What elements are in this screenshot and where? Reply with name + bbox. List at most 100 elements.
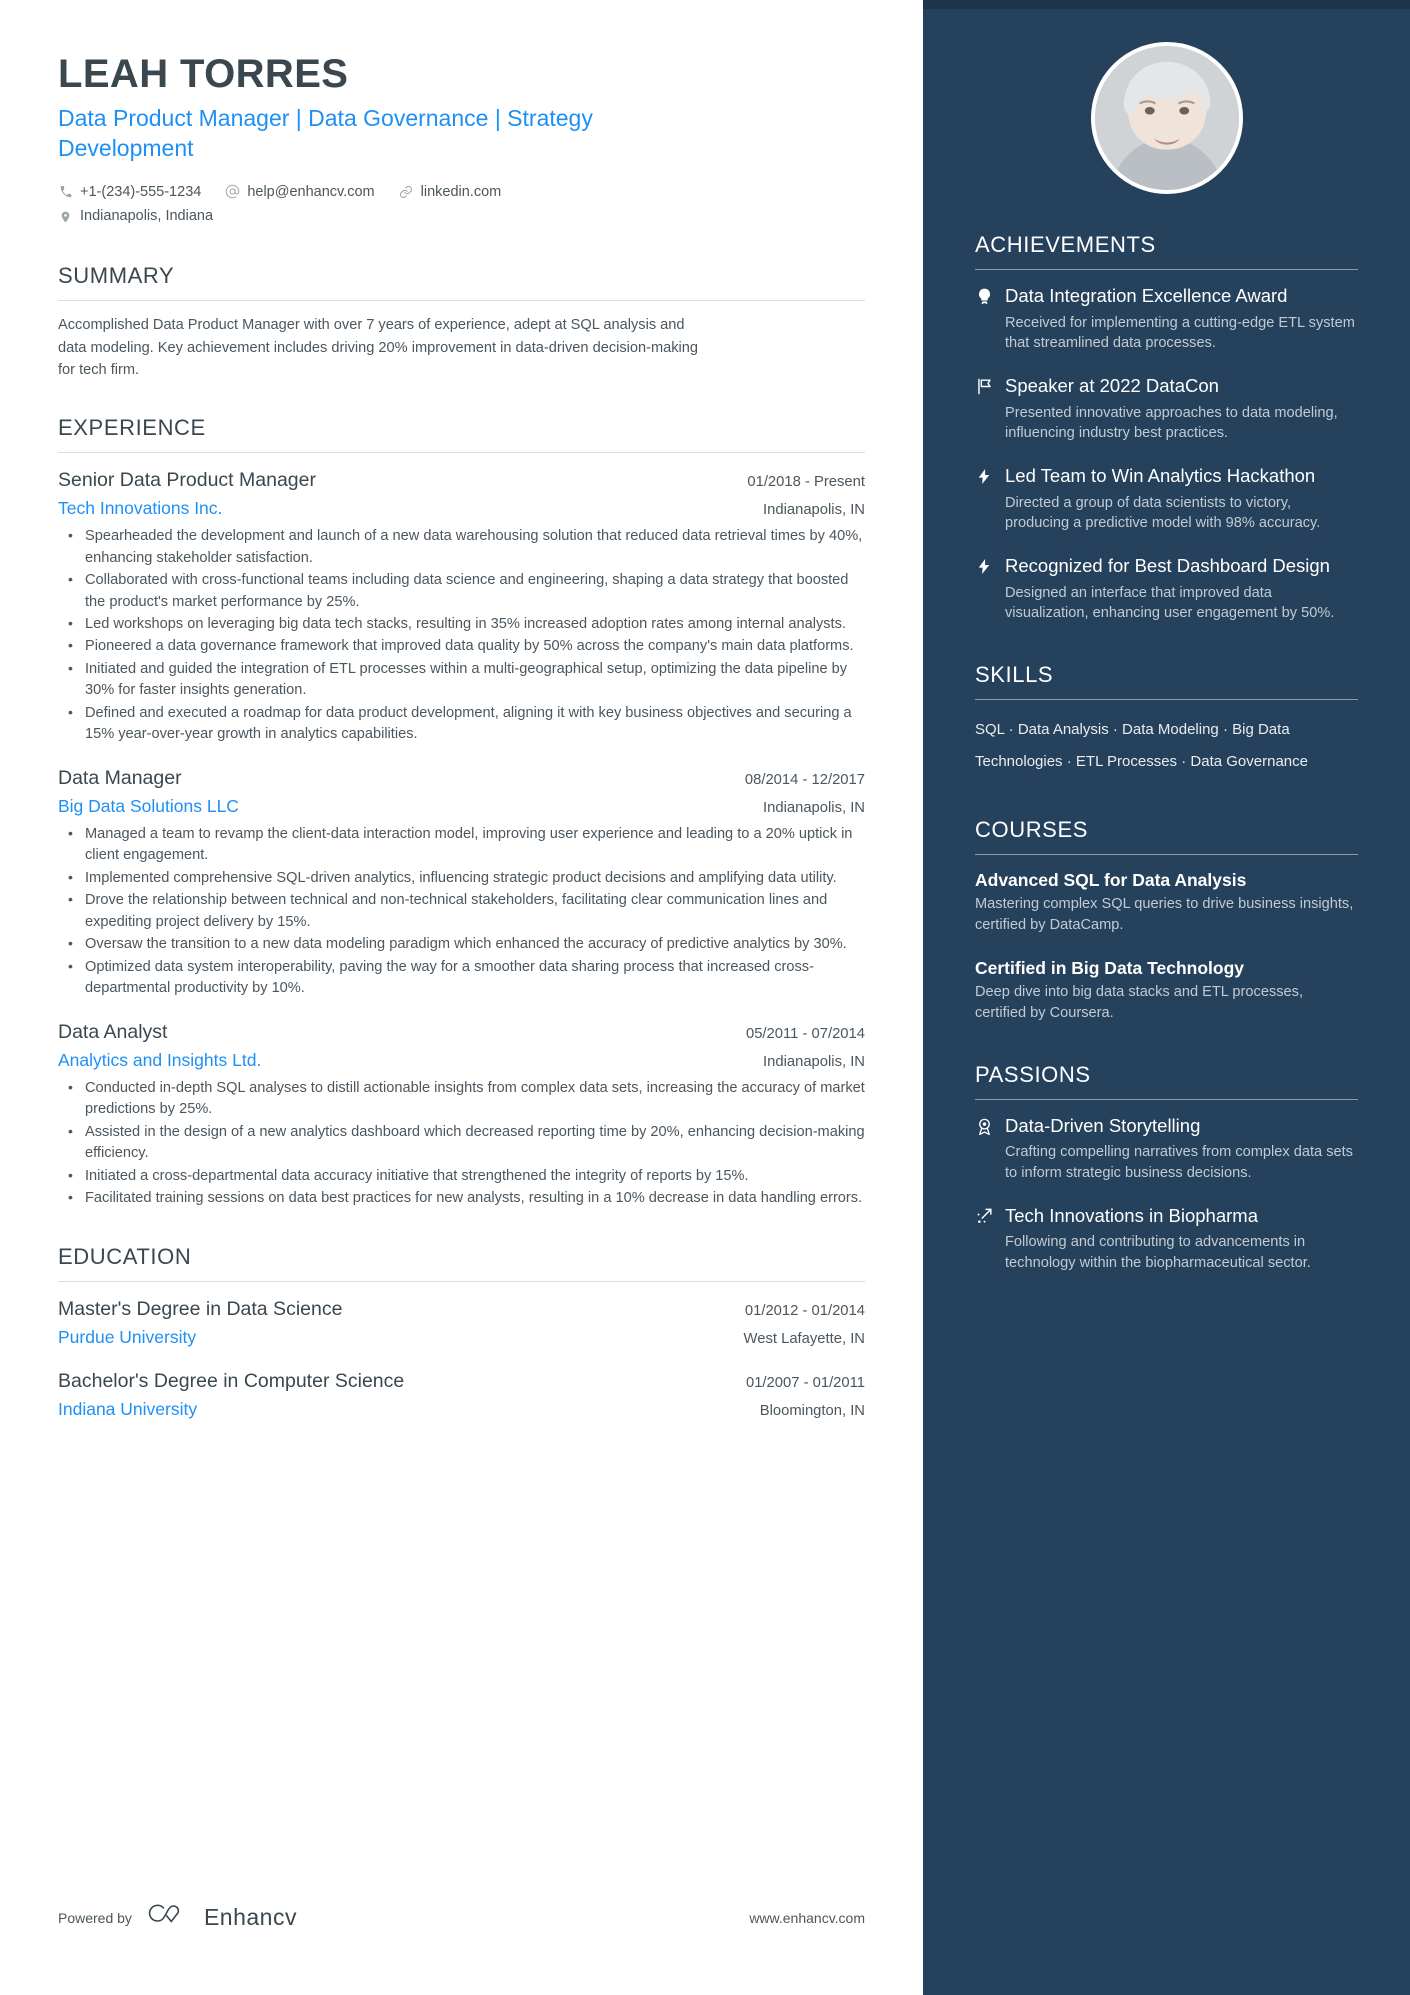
- contact-email[interactable]: help@enhancv.com: [225, 180, 375, 205]
- skill-separator: ·: [1181, 753, 1187, 771]
- skills-section: SKILLS SQL · Data Analysis · Data Modeli…: [975, 662, 1358, 779]
- candidate-headline: Data Product Manager | Data Governance |…: [58, 104, 593, 162]
- degree-title: Master's Degree in Data Science: [58, 1297, 343, 1320]
- contact-line-2: Indianapolis, Indiana: [58, 204, 865, 229]
- passion-description: Crafting compelling narratives from comp…: [1005, 1144, 1353, 1182]
- passions-list: Data-Driven Storytelling Crafting compel…: [975, 1114, 1358, 1274]
- experience-title-row: Data Manager 08/2014 - 12/2017: [58, 764, 865, 793]
- experience-bullet: Defined and executed a roadmap for data …: [58, 702, 865, 746]
- passion-title: Tech Innovations in Biopharma: [1005, 1204, 1258, 1226]
- experience-entry: Senior Data Product Manager 01/2018 - Pr…: [58, 466, 865, 746]
- achievement-head: Data Integration Excellence Award Receiv…: [975, 284, 1358, 354]
- sidebar-top-strip: [923, 0, 1410, 9]
- passion-item: Tech Innovations in Biopharma Following …: [975, 1204, 1358, 1274]
- experience-bullet: Initiated a cross-departmental data accu…: [58, 1165, 865, 1187]
- skill-item: Data Governance: [1190, 753, 1308, 771]
- education-entry: Master's Degree in Data Science 01/2012 …: [58, 1295, 865, 1351]
- achievements-divider: [975, 269, 1358, 270]
- footer: Powered by Enhancv www.enhancv.com: [58, 1902, 865, 1933]
- education-divider: [58, 1280, 865, 1282]
- education-title-row: Bachelor's Degree in Computer Science 01…: [58, 1367, 865, 1396]
- degree-date: 01/2007 - 01/2011: [745, 1374, 865, 1391]
- job-title: Data Manager: [58, 766, 182, 789]
- job-date: 08/2014 - 12/2017: [744, 771, 865, 788]
- experience-bullets: Managed a team to revamp the client-data…: [58, 823, 865, 1000]
- bolt-icon: [975, 464, 1005, 534]
- education-entry: Bachelor's Degree in Computer Science 01…: [58, 1367, 865, 1423]
- achievement-description: Presented innovative approaches to data …: [1005, 404, 1338, 442]
- education-title-row: Master's Degree in Data Science 01/2012 …: [58, 1295, 865, 1324]
- summary-divider: [58, 300, 865, 302]
- enhancv-logo-icon: [145, 1902, 191, 1933]
- achievements-list: Data Integration Excellence Award Receiv…: [975, 284, 1358, 624]
- powered-by: Powered by Enhancv: [58, 1902, 297, 1933]
- phone-text: +1-(234)-555-1234: [80, 183, 202, 200]
- skill-separator: ·: [1222, 721, 1228, 739]
- job-title: Senior Data Product Manager: [58, 468, 316, 491]
- link-icon: [399, 184, 414, 199]
- education-heading: EDUCATION: [58, 1243, 192, 1269]
- experience-title-row: Data Analyst 05/2011 - 07/2014: [58, 1018, 865, 1047]
- achievement-title: Led Team to Win Analytics Hackathon: [1005, 465, 1316, 487]
- courses-list: Advanced SQL for Data Analysis Mastering…: [975, 869, 1358, 1024]
- passions-section: PASSIONS Data-Driven Storytelling Crafti…: [975, 1062, 1358, 1274]
- sidebar: ACHIEVEMENTS Data Integration Excellence…: [923, 0, 1410, 1995]
- experience-bullets: Conducted in-depth SQL analyses to disti…: [58, 1077, 865, 1210]
- experience-bullet: Assisted in the design of a new analytic…: [58, 1121, 865, 1165]
- achievement-title: Recognized for Best Dashboard Design: [1005, 555, 1330, 577]
- experience-title-row: Senior Data Product Manager 01/2018 - Pr…: [58, 466, 865, 495]
- job-title: Data Analyst: [58, 1020, 168, 1043]
- job-company[interactable]: Analytics and Insights Ltd.: [58, 1047, 261, 1074]
- experience-bullet: Oversaw the transition to a new data mod…: [58, 933, 865, 955]
- summary-text: Accomplished Data Product Manager with o…: [58, 317, 699, 378]
- skill-item: ETL Processes: [1075, 753, 1178, 771]
- rocket-icon: [975, 1204, 1005, 1274]
- course-item: Advanced SQL for Data Analysis Mastering…: [975, 869, 1358, 936]
- experience-entry: Data Analyst 05/2011 - 07/2014 Analytics…: [58, 1018, 865, 1210]
- education-list: Master's Degree in Data Science 01/2012 …: [58, 1295, 865, 1424]
- experience-org-row: Tech Innovations Inc. Indianapolis, IN: [58, 495, 865, 522]
- contact-location: Indianapolis, Indiana: [58, 204, 213, 229]
- enhancv-wordmark: Enhancv: [203, 1904, 297, 1930]
- experience-bullet: Facilitated training sessions on data be…: [58, 1187, 865, 1209]
- powered-by-label: Powered by: [58, 1909, 132, 1926]
- contact-linkedin[interactable]: linkedin.com: [399, 180, 501, 205]
- skill-separator: ·: [1112, 721, 1118, 739]
- job-company[interactable]: Big Data Solutions LLC: [58, 793, 239, 820]
- experience-bullet: Collaborated with cross-functional teams…: [58, 569, 865, 613]
- school-location: West Lafayette, IN: [743, 1330, 865, 1347]
- skill-item: Data Analysis: [1017, 721, 1109, 739]
- experience-bullet: Spearheaded the development and launch o…: [58, 525, 865, 569]
- course-description: Deep dive into big data stacks and ETL p…: [975, 984, 1304, 1022]
- passion-head: Tech Innovations in Biopharma Following …: [975, 1204, 1358, 1274]
- passion-title: Data-Driven Storytelling: [1005, 1114, 1201, 1136]
- school-name[interactable]: Purdue University: [58, 1324, 196, 1351]
- main-column: LEAH TORRES Data Product Manager | Data …: [0, 0, 923, 1995]
- experience-section: EXPERIENCE Senior Data Product Manager 0…: [58, 415, 865, 1210]
- education-section: EDUCATION Master's Degree in Data Scienc…: [58, 1244, 865, 1424]
- contact-phone[interactable]: +1-(234)-555-1234: [58, 180, 201, 205]
- experience-bullet: Pioneered a data governance framework th…: [58, 635, 865, 657]
- achievement-description: Designed an interface that improved data…: [1005, 584, 1335, 622]
- skill-item: SQL: [975, 721, 1005, 739]
- skills-text: SQL · Data Analysis · Data Modeling · Bi…: [975, 714, 1358, 779]
- achievement-item: Speaker at 2022 DataCon Presented innova…: [975, 374, 1358, 444]
- experience-bullet: Led workshops on leveraging big data tec…: [58, 613, 865, 635]
- school-name[interactable]: Indiana University: [58, 1396, 197, 1423]
- job-company[interactable]: Tech Innovations Inc.: [58, 495, 222, 522]
- experience-bullets: Spearheaded the development and launch o…: [58, 525, 865, 746]
- achievement-head: Recognized for Best Dashboard Design Des…: [975, 554, 1358, 624]
- course-item: Certified in Big Data Technology Deep di…: [975, 957, 1358, 1024]
- experience-list: Senior Data Product Manager 01/2018 - Pr…: [58, 466, 865, 1210]
- experience-bullet: Implemented comprehensive SQL-driven ana…: [58, 867, 865, 889]
- passion-description: Following and contributing to advancemen…: [1005, 1234, 1311, 1272]
- email-text: help@enhancv.com: [247, 183, 375, 200]
- skills-heading: SKILLS: [975, 662, 1054, 688]
- experience-entry: Data Manager 08/2014 - 12/2017 Big Data …: [58, 764, 865, 1000]
- degree-date: 01/2012 - 01/2014: [744, 1302, 865, 1319]
- courses-section: COURSES Advanced SQL for Data Analysis M…: [975, 817, 1358, 1024]
- passions-heading: PASSIONS: [975, 1061, 1091, 1087]
- experience-divider: [58, 451, 865, 453]
- job-location: Indianapolis, IN: [763, 799, 865, 816]
- flag-icon: [975, 374, 1005, 444]
